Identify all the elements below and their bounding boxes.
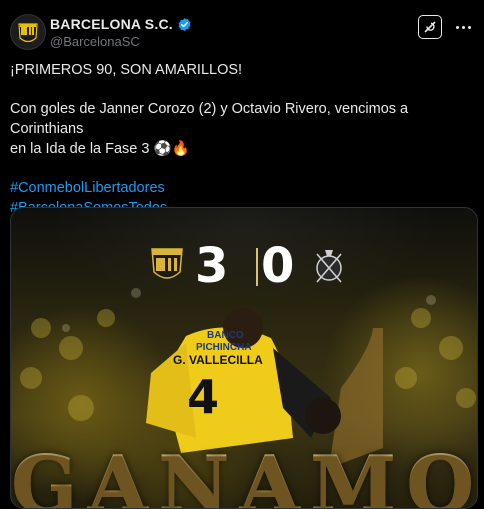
- post-media-image[interactable]: BANCO PICHINCHA G. VALLECILLA 4 3 0 GANA…: [10, 207, 478, 509]
- verified-badge-icon: [178, 17, 191, 31]
- author-name-row[interactable]: BARCELONA S.C.: [50, 16, 192, 32]
- player-number-text: 4: [187, 370, 219, 424]
- corinthians-crest-icon: [316, 250, 342, 283]
- hashtag-libertadores[interactable]: #ConmebolLibertadores: [10, 178, 478, 198]
- sponsor-text-1: BANCO: [207, 330, 244, 341]
- grok-icon: [424, 21, 436, 33]
- handle[interactable]: @BarcelonaSC: [50, 34, 192, 49]
- post-line-1: ¡PRIMEROS 90, SON AMARILLOS!: [10, 62, 243, 78]
- avatar[interactable]: [10, 14, 46, 50]
- post-header: BARCELONA S.C. @BarcelonaSC: [10, 10, 472, 54]
- barcelona-crest-icon: [18, 23, 38, 43]
- post-line-2b: en la Ida de la Fase 3 ⚽🔥: [10, 141, 190, 157]
- display-name[interactable]: BARCELONA S.C.: [50, 16, 173, 32]
- sponsor-text-2: PICHINCHA: [196, 342, 252, 353]
- grok-button[interactable]: [418, 15, 442, 39]
- score-home: 3: [195, 238, 229, 294]
- score-away: 0: [261, 238, 295, 294]
- post-text: ¡PRIMEROS 90, SON AMARILLOS! Con goles d…: [10, 60, 478, 218]
- more-dots-icon[interactable]: [454, 18, 472, 36]
- post-line-2a: Con goles de Janner Corozo (2) y Octavio…: [10, 101, 409, 137]
- author-info: BARCELONA S.C. @BarcelonaSC: [50, 16, 192, 49]
- barcelona-crest-icon: [151, 248, 183, 279]
- score-divider: [256, 248, 258, 286]
- player-name-text: G. VALLECILLA: [173, 353, 263, 367]
